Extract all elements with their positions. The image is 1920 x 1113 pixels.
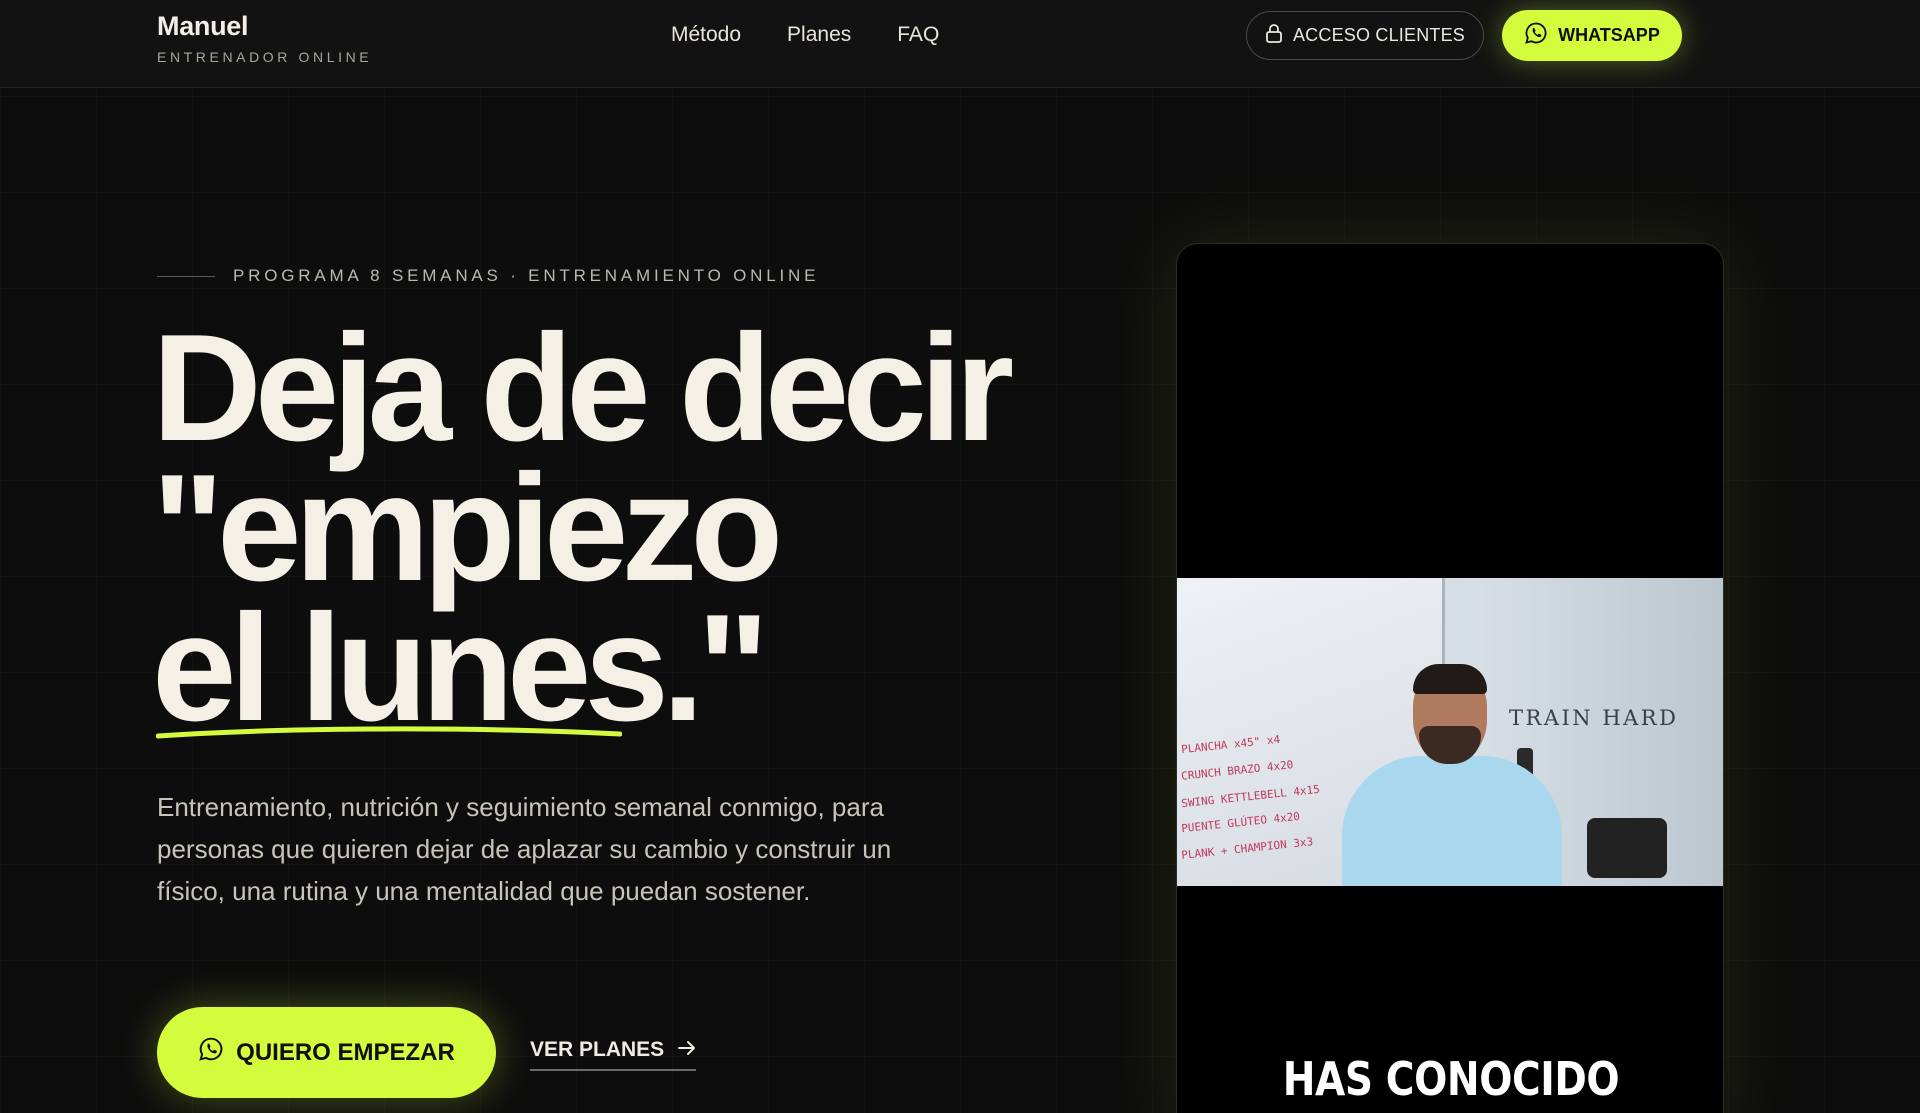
ver-planes-label: VER PLANES xyxy=(530,1037,665,1061)
trainer-hair xyxy=(1413,664,1487,694)
whiteboard-line: PLANK + CHAMPION 3x3 xyxy=(1180,835,1314,862)
brand-subtitle: ENTRENADOR ONLINE xyxy=(157,49,373,65)
nav-link-planes[interactable]: Planes xyxy=(787,21,851,49)
headline-line-1: Deja de decir xyxy=(152,303,1014,473)
nav-links: Método Planes FAQ xyxy=(671,21,939,49)
whiteboard-line: PUENTE GLÚTEO 4x20 xyxy=(1180,809,1301,836)
hero-headline: Deja de decir "empiezo el lunes." xyxy=(152,303,1052,753)
gym-bike-image xyxy=(1587,818,1667,878)
video-caption: HAS CONOCIDO ALGUNA xyxy=(1282,1052,1620,1113)
headline-line-2: "empiezo xyxy=(152,443,783,613)
eyebrow-divider xyxy=(157,275,215,277)
whatsapp-nav-button[interactable]: WHATSAPP xyxy=(1502,10,1682,61)
brand-name: Manuel xyxy=(157,11,249,41)
headline-underline xyxy=(156,726,622,739)
video-card[interactable]: PLANCHA x45" x4 CRUNCH BRAZO 4x20 SWING … xyxy=(1176,243,1724,1113)
eyebrow-text: PROGRAMA 8 SEMANAS · ENTRENAMIENTO ONLIN… xyxy=(233,266,820,285)
quiero-empezar-button[interactable]: QUIERO EMPEZAR xyxy=(157,1007,496,1098)
headline-line-3: el lunes." xyxy=(152,583,769,753)
nav-link-faq[interactable]: FAQ xyxy=(897,21,939,49)
hero-eyebrow: PROGRAMA 8 SEMANAS · ENTRENAMIENTO ONLIN… xyxy=(157,266,819,286)
whatsapp-icon xyxy=(198,1036,224,1069)
top-nav: Manuel ENTRENADOR ONLINE Método Planes F… xyxy=(0,0,1920,88)
whiteboard-line: SWING KETTLEBELL 4x15 xyxy=(1180,782,1321,811)
hero-subtitle: Entrenamiento, nutrición y seguimiento s… xyxy=(157,792,892,906)
acceso-clientes-label: ACCESO CLIENTES xyxy=(1292,25,1466,45)
acceso-clientes-button[interactable]: ACCESO CLIENTES xyxy=(1246,11,1484,60)
whiteboard-line: PLANCHA x45" x4 xyxy=(1180,732,1281,757)
whatsapp-icon xyxy=(1524,21,1548,50)
whatsapp-nav-label: WHATSAPP xyxy=(1558,25,1660,45)
ver-planes-link[interactable]: VER PLANES xyxy=(530,1036,697,1071)
brand-logo[interactable]: Manuel ENTRENADOR ONLINE xyxy=(157,9,372,65)
quiero-empezar-label: QUIERO EMPEZAR xyxy=(236,1038,455,1066)
video-thumbnail[interactable]: PLANCHA x45" x4 CRUNCH BRAZO 4x20 SWING … xyxy=(1177,578,1723,886)
nav-link-metodo[interactable]: Método xyxy=(671,21,741,49)
whiteboard-line: CRUNCH BRAZO 4x20 xyxy=(1180,758,1294,783)
wall-text: TRAIN HARD xyxy=(1509,706,1679,730)
trainer-body xyxy=(1342,756,1562,886)
lock-icon xyxy=(1265,23,1283,48)
arrow-right-icon xyxy=(678,1038,696,1062)
